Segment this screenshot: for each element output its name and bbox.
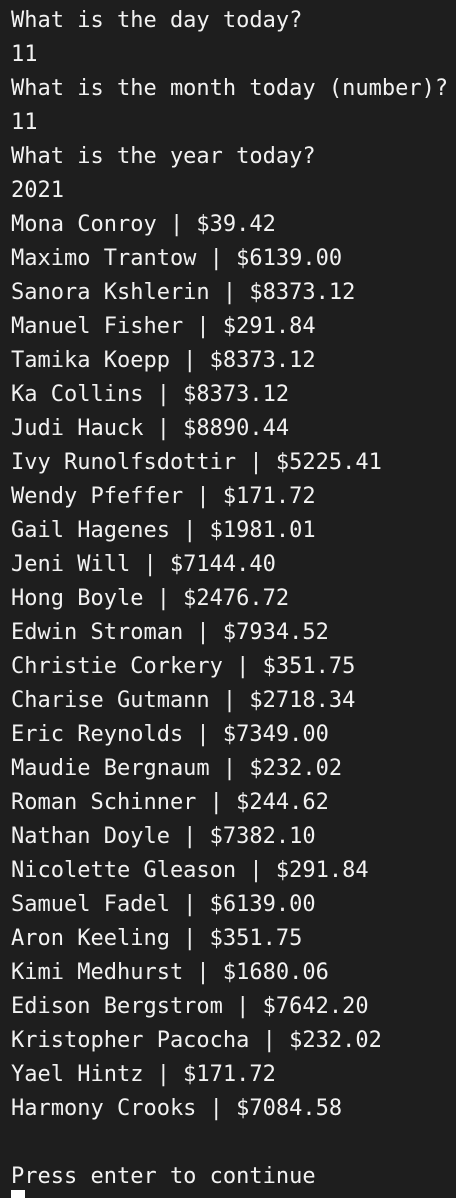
output-line: Tamika Koepp | $8373.12 (11, 348, 316, 373)
prompt-day: What is the day today? (11, 8, 303, 33)
terminal-window[interactable]: What is the day today? 11 What is the mo… (0, 0, 456, 1198)
output-line: Christie Corkery | $351.75 (11, 654, 356, 679)
output-line: Gail Hagenes | $1981.01 (11, 518, 316, 543)
output-line: Harmony Crooks | $7084.58 (11, 1096, 343, 1121)
input-year: 2021 (11, 178, 64, 203)
output-line: Kristopher Pacocha | $232.02 (11, 1028, 382, 1053)
output-line: Kimi Medhurst | $1680.06 (11, 960, 329, 985)
input-day: 11 (11, 42, 38, 67)
output-line: Wendy Pfeffer | $171.72 (11, 484, 316, 509)
text-cursor[interactable] (11, 1190, 25, 1198)
output-line: Maudie Bergnaum | $232.02 (11, 756, 343, 781)
output-line: Ka Collins | $8373.12 (11, 382, 290, 407)
output-line: Mona Conroy | $39.42 (11, 212, 276, 237)
output-line: Ivy Runolfsdottir | $5225.41 (11, 450, 382, 475)
output-line: Manuel Fisher | $291.84 (11, 314, 316, 339)
input-month: 11 (11, 110, 38, 135)
output-line: Yael Hintz | $171.72 (11, 1062, 276, 1087)
output-line: Eric Reynolds | $7349.00 (11, 722, 329, 747)
output-line: Charise Gutmann | $2718.34 (11, 688, 356, 713)
prompt-year: What is the year today? (11, 144, 316, 169)
output-line: Maximo Trantow | $6139.00 (11, 246, 343, 271)
output-line: Edison Bergstrom | $7642.20 (11, 994, 369, 1019)
output-line: Hong Boyle | $2476.72 (11, 586, 290, 611)
output-line: Aron Keeling | $351.75 (11, 926, 303, 951)
output-line: Judi Hauck | $8890.44 (11, 416, 290, 441)
output-line: Sanora Kshlerin | $8373.12 (11, 280, 356, 305)
press-enter-prompt: Press enter to continue (11, 1164, 316, 1189)
output-line: Samuel Fadel | $6139.00 (11, 892, 316, 917)
output-line: Jeni Will | $7144.40 (11, 552, 276, 577)
output-line: Roman Schinner | $244.62 (11, 790, 329, 815)
output-line: Edwin Stroman | $7934.52 (11, 620, 329, 645)
output-line: Nathan Doyle | $7382.10 (11, 824, 316, 849)
prompt-month: What is the month today (number)? (11, 76, 449, 101)
output-line: Nicolette Gleason | $291.84 (11, 858, 369, 883)
